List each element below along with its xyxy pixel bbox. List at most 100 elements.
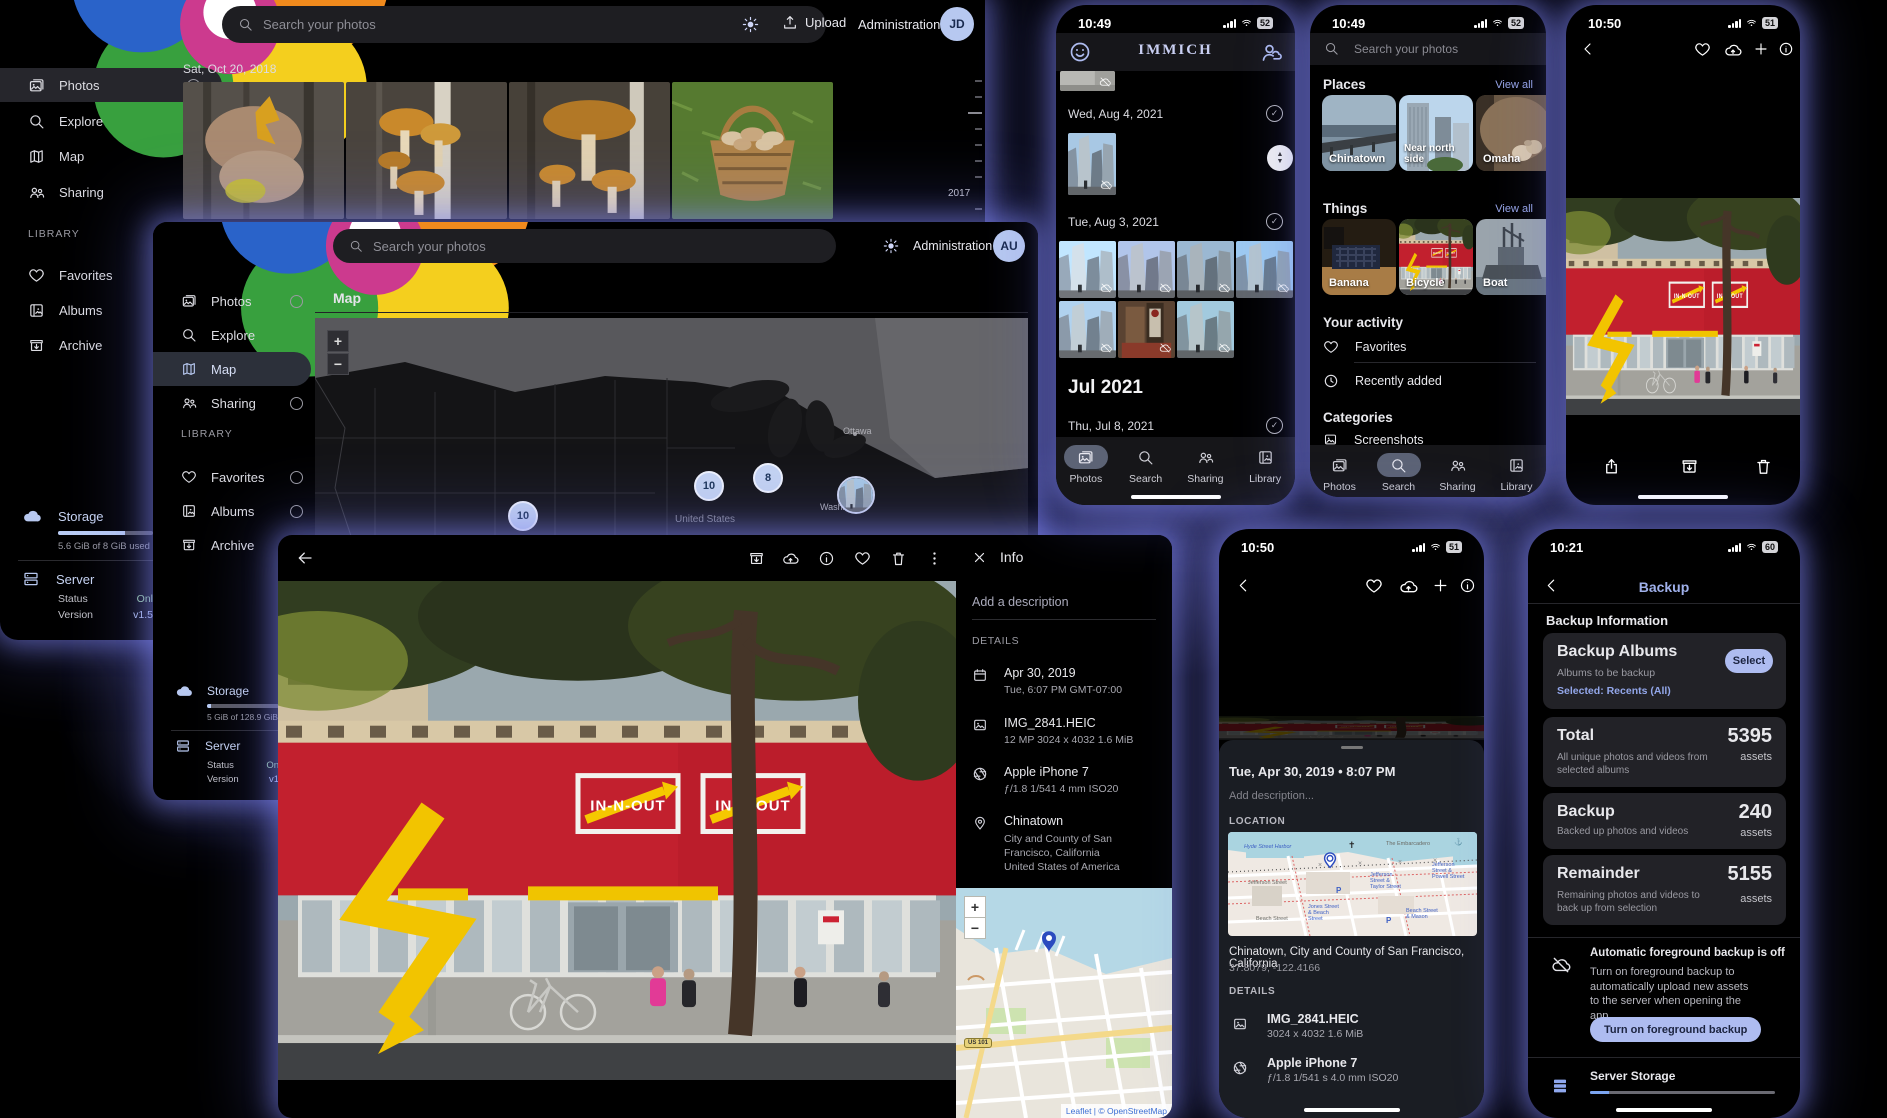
activity-favorites[interactable]: Favorites	[1323, 339, 1406, 355]
signal-icon	[1728, 19, 1741, 28]
location-heading: LOCATION	[1229, 816, 1285, 827]
administration-link[interactable]: Administration	[913, 239, 992, 253]
back-chevron-icon[interactable]	[1580, 41, 1596, 57]
back-arrow-icon[interactable]	[296, 549, 314, 567]
photo-thumbnail[interactable]	[1068, 133, 1116, 195]
theme-toggle-sun-icon[interactable]	[883, 238, 899, 254]
nav-sharing[interactable]: Sharing	[1183, 445, 1227, 485]
photo-thumbnail[interactable]	[1177, 241, 1234, 298]
activity-recently-added[interactable]: Recently added	[1323, 373, 1442, 389]
favorite-heart-icon[interactable]	[854, 550, 871, 567]
sheet-drag-handle[interactable]	[1341, 746, 1363, 749]
photo-thumbnail[interactable]	[1059, 241, 1116, 298]
nav-photos[interactable]: Photos	[1318, 453, 1362, 493]
home-indicator[interactable]	[1638, 495, 1728, 499]
info-icon[interactable]	[1459, 577, 1476, 594]
share-icon[interactable]	[1602, 457, 1621, 476]
sidebar-item-photos[interactable]: Photos	[153, 284, 311, 318]
location-map[interactable]: ××××✝⚓ Hyde Street Harbor The Embarcader…	[1228, 832, 1477, 936]
photo-thumbnail[interactable]	[1118, 241, 1175, 298]
add-icon[interactable]	[1432, 577, 1449, 594]
map-cluster[interactable]: 8	[753, 463, 783, 493]
home-indicator[interactable]	[1616, 1108, 1712, 1112]
sidebar-item-favorites[interactable]: Favorites	[153, 460, 311, 494]
search-bar[interactable]: Search your photos	[1310, 33, 1546, 65]
description-input[interactable]: Add description...	[1229, 790, 1314, 802]
sidebar-item-albums[interactable]: Albums	[153, 494, 311, 528]
close-icon[interactable]	[972, 550, 987, 565]
upload-cloud-icon[interactable]	[1724, 41, 1742, 59]
photo-thumbnail[interactable]	[1177, 301, 1234, 358]
photo-strip[interactable]: IN-N-OUTIN-N-OUT	[1219, 716, 1484, 740]
more-options-icon[interactable]	[926, 550, 943, 567]
nav-library[interactable]: Library	[1243, 445, 1287, 485]
scrollbar-thumb[interactable]: ▲▼	[1267, 145, 1293, 171]
theme-toggle-sun-icon[interactable]	[742, 16, 759, 33]
sidebar-item-sharing[interactable]: Sharing	[153, 386, 311, 420]
add-icon[interactable]	[1753, 41, 1769, 57]
nav-search[interactable]: Search	[1377, 453, 1421, 493]
trash-icon[interactable]	[1754, 457, 1773, 476]
photo-thumbnail[interactable]	[1060, 71, 1115, 91]
home-indicator[interactable]	[1131, 495, 1221, 499]
description-input[interactable]: Add a description	[972, 595, 1069, 609]
info-icon[interactable]	[1778, 41, 1794, 57]
home-indicator[interactable]	[1304, 1108, 1400, 1112]
search-input[interactable]: Search your photos	[222, 6, 826, 43]
zoom-out-button[interactable]: −	[964, 917, 986, 939]
photo-thumbnail[interactable]	[183, 82, 344, 219]
archive-icon[interactable]	[748, 550, 765, 567]
turn-on-foreground-backup-button[interactable]: Turn on foreground backup	[1590, 1017, 1761, 1042]
favorite-heart-icon[interactable]	[1694, 41, 1711, 58]
backup-user-icon[interactable]	[1259, 40, 1283, 64]
nav-photos[interactable]: Photos	[1064, 445, 1108, 485]
location-minimap[interactable]: + − US 101 Leaflet | © OpenStreetMap	[956, 888, 1172, 1118]
thing-card[interactable]: IN-N-OUTIN-N-OUTBicycle	[1399, 219, 1473, 295]
favorite-heart-icon[interactable]	[1365, 577, 1383, 595]
map-attribution[interactable]: Leaflet | © OpenStreetMap	[1061, 1104, 1172, 1118]
photo-viewer-in-n-out[interactable]: IN-N-OUTIN-N-OUT	[278, 581, 956, 1080]
map-cluster[interactable]: 10	[508, 501, 538, 531]
archive-icon[interactable]	[1680, 457, 1699, 476]
sidebar-item-explore[interactable]: Explore	[153, 318, 311, 352]
download-cloud-icon[interactable]	[782, 550, 799, 567]
wifi-icon	[1240, 18, 1253, 28]
nav-search[interactable]: Search	[1124, 445, 1168, 485]
nav-library[interactable]: Library	[1495, 453, 1539, 493]
upload-cloud-icon[interactable]	[1399, 577, 1418, 596]
sidebar-item-map[interactable]: Map	[153, 352, 311, 386]
map-cluster[interactable]: 10	[694, 471, 724, 501]
photo-thumbnail[interactable]	[1059, 301, 1116, 358]
photo-thumbnail[interactable]	[1118, 301, 1175, 358]
map-label: Jones Street & Beach Street	[1308, 904, 1342, 922]
photo-in-n-out[interactable]: IN-N-OUTIN-N-OUT	[1566, 198, 1800, 415]
zoom-in-button[interactable]: +	[327, 330, 349, 352]
map-photo-marker[interactable]	[837, 476, 875, 514]
thing-card[interactable]: Banana	[1322, 219, 1396, 295]
place-card[interactable]: Omaha	[1476, 95, 1546, 171]
photo-thumbnail[interactable]	[672, 82, 833, 219]
select-all-check-icon[interactable]: ✓	[1266, 213, 1283, 230]
user-avatar[interactable]: AU	[993, 230, 1025, 262]
things-view-all-link[interactable]: View all	[1495, 203, 1533, 215]
nav-sharing[interactable]: Sharing	[1436, 453, 1480, 493]
photo-thumbnail[interactable]	[346, 82, 507, 219]
user-avatar[interactable]: JD	[940, 7, 974, 41]
thing-card[interactable]: Boat	[1476, 219, 1546, 295]
zoom-out-button[interactable]: −	[327, 353, 349, 375]
info-icon[interactable]	[818, 550, 835, 567]
administration-link[interactable]: Administration	[858, 17, 940, 32]
zoom-in-button[interactable]: +	[964, 896, 986, 918]
select-all-check-icon[interactable]: ✓	[1266, 105, 1283, 122]
upload-button[interactable]: Upload	[782, 14, 846, 30]
back-chevron-icon[interactable]	[1235, 577, 1252, 594]
photo-thumbnail[interactable]	[509, 82, 670, 219]
place-card[interactable]: Chinatown	[1322, 95, 1396, 171]
place-card[interactable]: Near north side	[1399, 95, 1473, 171]
photo-thumbnail[interactable]	[1236, 241, 1293, 298]
select-button[interactable]: Select	[1725, 649, 1773, 673]
search-input[interactable]: Search your photos	[333, 229, 836, 263]
select-all-check-icon[interactable]: ✓	[1266, 417, 1283, 434]
trash-icon[interactable]	[890, 550, 907, 567]
places-view-all-link[interactable]: View all	[1495, 79, 1533, 91]
